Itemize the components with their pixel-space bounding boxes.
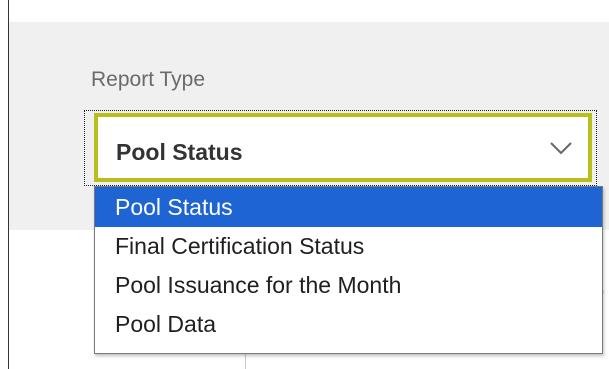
option-pool-issuance-for-the-month[interactable]: Pool Issuance for the Month xyxy=(95,266,602,305)
option-pool-data[interactable]: Pool Data xyxy=(95,305,602,344)
page-frame: Report Type Pool Status fo Pool Status F… xyxy=(8,0,609,369)
report-type-select[interactable]: Pool Status xyxy=(94,113,592,182)
option-pool-status[interactable]: Pool Status xyxy=(95,187,602,227)
report-type-label: Report Type xyxy=(91,68,206,91)
report-type-dropdown-list: Pool Status Final Certification Status P… xyxy=(94,186,603,354)
report-type-selected-value: Pool Status xyxy=(116,139,243,165)
chevron-down-icon[interactable] xyxy=(548,135,574,161)
option-final-certification-status[interactable]: Final Certification Status xyxy=(95,227,602,266)
